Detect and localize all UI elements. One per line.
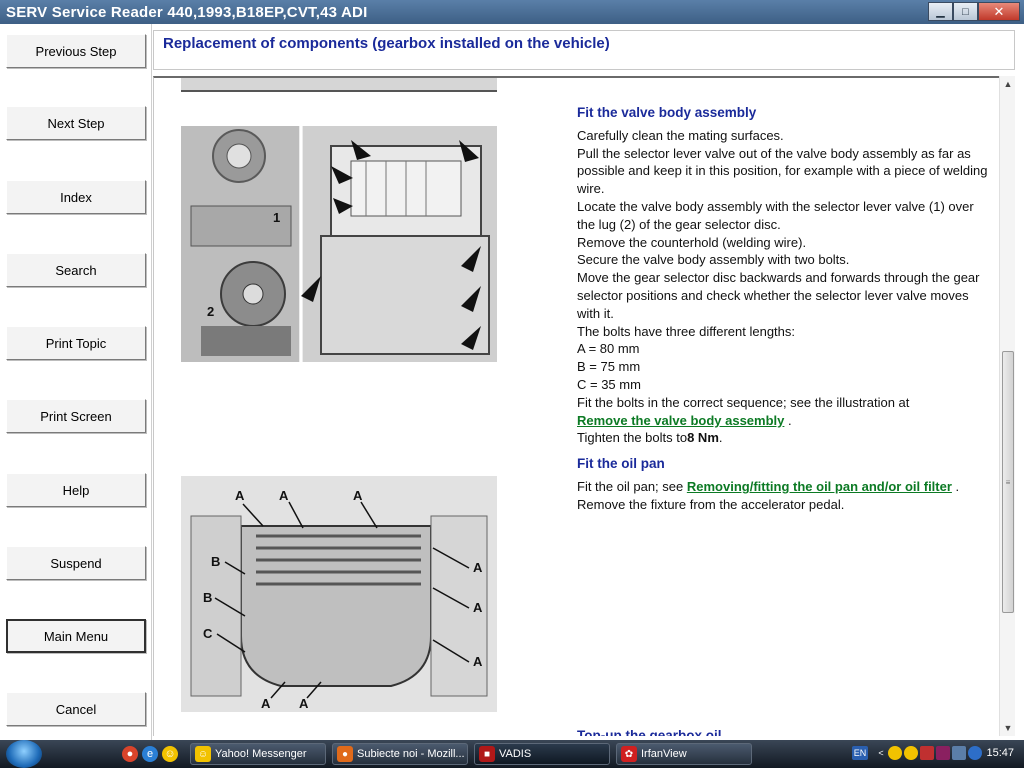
- print-screen-button[interactable]: Print Screen: [6, 399, 146, 433]
- task-label: Yahoo! Messenger: [215, 748, 307, 760]
- task-irfanview[interactable]: ✿ IrfanView: [616, 743, 752, 765]
- vertical-scrollbar[interactable]: ▲ ≡ ▼: [999, 76, 1015, 736]
- task-label: IrfanView: [641, 748, 687, 760]
- yahoo-messenger-icon: ☺: [195, 746, 211, 762]
- callout-a: A: [261, 696, 271, 711]
- search-button[interactable]: Search: [6, 253, 146, 287]
- oil-pan-line: Fit the oil pan; see Removing/fitting th…: [577, 478, 991, 496]
- task-label: VADIS: [499, 748, 532, 760]
- oil-pan-figure: A A A A A A A A B B C: [181, 476, 497, 712]
- callout-a: A: [353, 488, 363, 503]
- antivirus-tray-icon[interactable]: [920, 746, 934, 760]
- minimize-button[interactable]: ▁: [928, 2, 953, 21]
- cancel-button[interactable]: Cancel: [6, 692, 146, 726]
- start-button[interactable]: [6, 740, 42, 768]
- torque-prefix: Tighten the bolts to: [577, 430, 688, 446]
- taskbar: ● e ☺ ☺ Yahoo! Messenger ● Subiecte noi - …: [0, 740, 1024, 768]
- help-button[interactable]: Help: [6, 473, 146, 507]
- close-button[interactable]: ✕: [978, 2, 1020, 21]
- callout-a: A: [473, 600, 483, 615]
- next-step-button[interactable]: Next Step: [6, 106, 146, 140]
- yahoo-tray-icon[interactable]: [904, 746, 918, 760]
- instruction-line: Pull the selector lever valve out of the…: [577, 145, 988, 197]
- callout-a: A: [279, 488, 289, 503]
- task-label: Subiecte noi - Mozill...: [357, 748, 465, 760]
- bluetooth-tray-icon[interactable]: [952, 746, 966, 760]
- bolt-length-b: B = 75 mm: [577, 359, 641, 375]
- ie-icon[interactable]: e: [142, 746, 158, 762]
- link-line: Remove the valve body assembly .: [577, 412, 991, 430]
- irfanview-icon: ✿: [621, 746, 637, 762]
- window-controls: ▁ □ ✕: [928, 2, 1020, 21]
- oil-pan-prefix: Fit the oil pan; see: [577, 478, 684, 494]
- page-header: Replacement of components (gearbox insta…: [153, 30, 1015, 70]
- network-tray-icon[interactable]: [936, 746, 950, 760]
- scrollbar-thumb[interactable]: ≡: [1002, 351, 1014, 613]
- previous-step-button[interactable]: Previous Step: [6, 34, 146, 68]
- callout-a: A: [235, 488, 245, 503]
- torque-line: Tighten the bolts to8 Nm.: [577, 429, 991, 447]
- print-topic-button[interactable]: Print Topic: [6, 326, 146, 360]
- oil-pan-link[interactable]: Removing/fitting the oil pan and/or oil …: [687, 479, 952, 494]
- index-button[interactable]: Index: [6, 180, 146, 214]
- torque-suffix: .: [718, 430, 723, 446]
- instructions-column: Fit the valve body assembly Carefully cl…: [577, 104, 991, 514]
- messenger-tray-icon[interactable]: [888, 746, 902, 760]
- previous-figure-edge: [181, 78, 497, 92]
- oil-pan-illustration: A A A A A A A A B B C: [181, 476, 497, 712]
- clock[interactable]: 15:47: [986, 747, 1014, 759]
- valve-body-figure: 1 2: [181, 126, 497, 362]
- firefox-icon: ●: [337, 746, 353, 762]
- bolt-length-c: C = 35 mm: [577, 376, 641, 392]
- language-indicator[interactable]: EN: [852, 746, 868, 760]
- task-vadis[interactable]: ■ VADIS: [474, 743, 610, 765]
- bolt-length-a: A = 80 mm: [577, 341, 640, 357]
- window-title: SERV Service Reader 440,1993,B18EP,CVT,4…: [6, 4, 368, 21]
- instruction-line: Fit the bolts in the correct sequence; s…: [577, 394, 910, 410]
- torque-value: 8 Nm: [687, 430, 719, 446]
- instruction-line: Move the gear selector disc backwards an…: [577, 270, 980, 321]
- tray-expand-icon[interactable]: <: [874, 746, 888, 760]
- vadis-icon: ■: [479, 746, 495, 762]
- instruction-line: Secure the valve body assembly with two …: [577, 252, 850, 268]
- section-title-oil-pan: Fit the oil pan: [577, 456, 665, 472]
- grip-icon: ≡: [1005, 477, 1011, 487]
- sidebar: Previous Step Next Step Index Search Pri…: [0, 24, 152, 740]
- chrome-icon[interactable]: ●: [122, 746, 138, 762]
- callout-a: A: [299, 696, 309, 711]
- content-pane: 1 2 A A A A A A A A B B C Fit the valve …: [153, 76, 1015, 736]
- oil-pan-link-suffix: .: [955, 478, 960, 494]
- remove-valve-body-link[interactable]: Remove the valve body assembly: [577, 413, 784, 428]
- instruction-line: Remove the fixture from the accelerator …: [577, 496, 845, 512]
- section-title-top-up-oil: Top-up the gearbox oil: [577, 728, 722, 736]
- page-title: Replacement of components (gearbox insta…: [163, 35, 610, 52]
- valve-body-illustration: 1 2: [181, 126, 497, 362]
- callout-a: A: [473, 560, 483, 575]
- callout-1: 1: [273, 210, 280, 225]
- callout-b: B: [211, 554, 220, 569]
- instruction-line: Locate the valve body assembly with the …: [577, 198, 974, 232]
- main-menu-button[interactable]: Main Menu: [6, 619, 146, 653]
- callout-c: C: [203, 626, 213, 641]
- task-firefox[interactable]: ● Subiecte noi - Mozill...: [332, 743, 468, 765]
- scroll-up-arrow-icon[interactable]: ▲: [1000, 76, 1016, 92]
- callout-b: B: [203, 590, 212, 605]
- callout-2: 2: [207, 304, 214, 319]
- callout-a: A: [473, 654, 483, 669]
- suspend-button[interactable]: Suspend: [6, 546, 146, 580]
- app-area: Previous Step Next Step Index Search Pri…: [0, 24, 1024, 740]
- link-suffix: .: [788, 412, 792, 428]
- instruction-line: Remove the counterhold (welding wire).: [577, 234, 807, 250]
- system-tray: EN < 15:47: [852, 743, 1024, 765]
- instruction-line: The bolts have three different lengths:: [577, 323, 796, 339]
- section-title-valve-body: Fit the valve body assembly: [577, 105, 757, 120]
- task-yahoo-messenger[interactable]: ☺ Yahoo! Messenger: [190, 743, 326, 765]
- maximize-button[interactable]: □: [953, 2, 978, 21]
- scroll-down-arrow-icon[interactable]: ▼: [1000, 720, 1016, 736]
- messenger-icon[interactable]: ☺: [162, 746, 178, 762]
- volume-tray-icon[interactable]: [968, 746, 982, 760]
- title-bar: SERV Service Reader 440,1993,B18EP,CVT,4…: [0, 0, 1024, 24]
- instruction-line: Carefully clean the mating surfaces.: [577, 127, 784, 143]
